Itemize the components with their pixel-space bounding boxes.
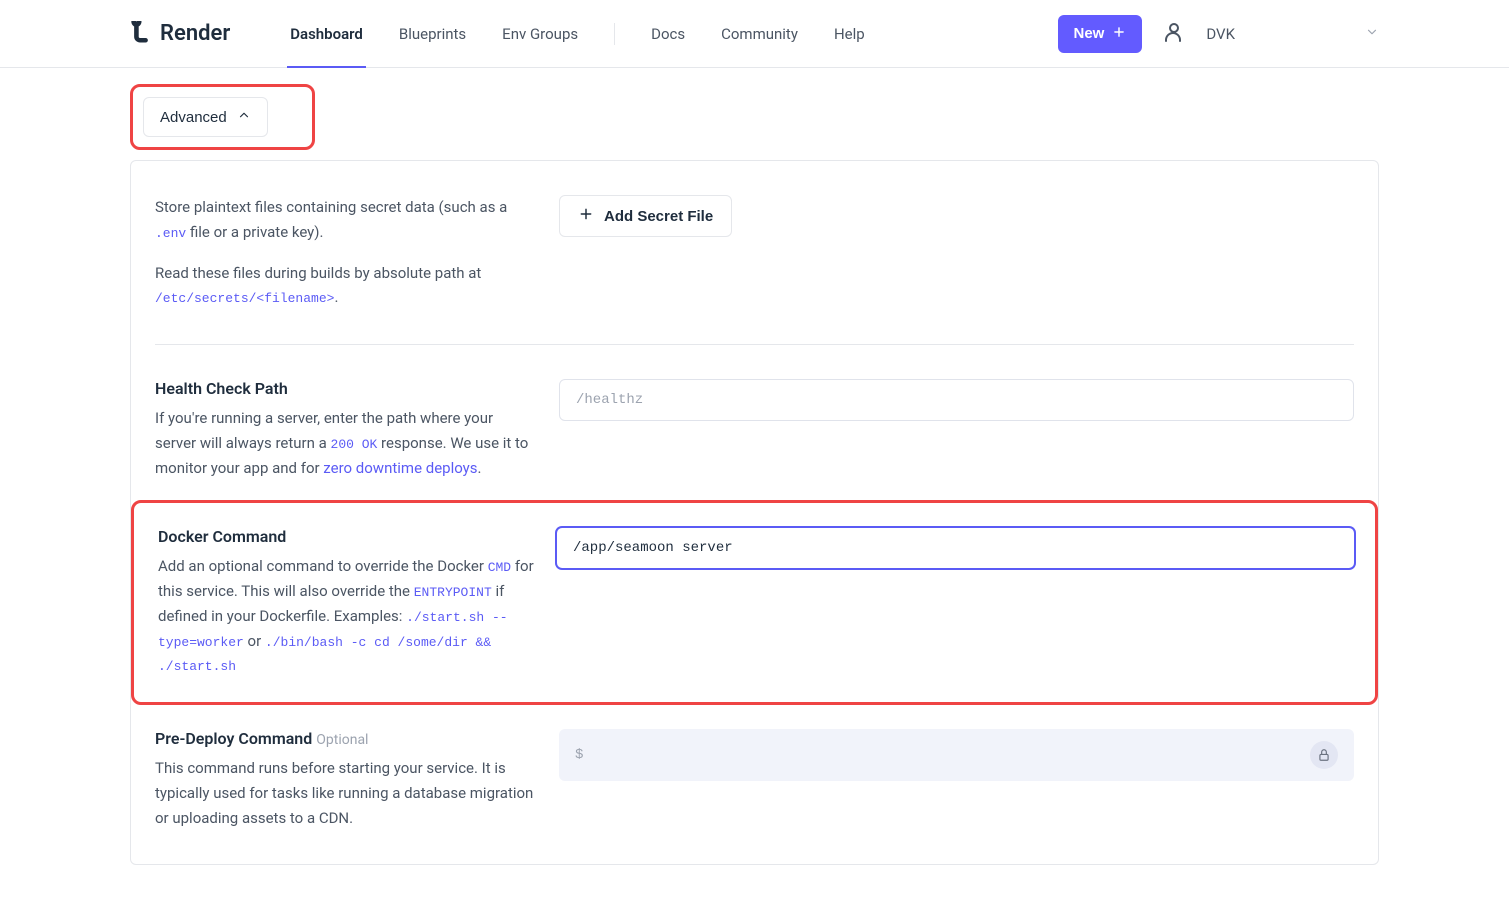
section-divider [155, 344, 1354, 345]
brand-logo[interactable]: Render [130, 21, 230, 47]
predeploy-title: Pre-Deploy CommandOptional [155, 729, 535, 748]
nav-community[interactable]: Community [721, 1, 798, 67]
predeploy-input-locked[interactable]: $ [559, 729, 1354, 781]
main-nav: Dashboard Blueprints Env Groups Docs Com… [290, 1, 864, 67]
secret-files-section: Store plaintext files containing secret … [155, 195, 1354, 310]
optional-label: Optional [316, 732, 368, 748]
chevron-up-icon [237, 108, 251, 126]
plus-icon [1112, 25, 1126, 43]
advanced-highlight: Advanced [130, 84, 315, 150]
advanced-label: Advanced [160, 109, 227, 126]
user-avatar-icon[interactable] [1162, 20, 1186, 48]
status-code: 200 OK [331, 437, 378, 452]
docker-command-title: Docker Command [158, 527, 534, 546]
secrets-path-code: /etc/secrets/<filename> [155, 291, 334, 306]
advanced-toggle-button[interactable]: Advanced [143, 97, 268, 137]
user-name: DVK [1206, 25, 1235, 43]
zero-downtime-link[interactable]: zero downtime deploys [323, 459, 477, 477]
new-button[interactable]: New [1058, 15, 1143, 53]
cmd-code: CMD [488, 560, 511, 575]
plus-icon [578, 206, 594, 226]
predeploy-placeholder: $ [575, 747, 583, 763]
header: Render Dashboard Blueprints Env Groups D… [0, 0, 1509, 68]
brand-name: Render [160, 21, 230, 46]
nav-docs[interactable]: Docs [651, 1, 685, 67]
nav-divider [614, 23, 615, 45]
main-container: Advanced Store plaintext files containin… [0, 68, 1509, 905]
user-dropdown[interactable]: DVK [1206, 25, 1379, 43]
docker-command-section: Docker Command Add an optional command t… [158, 527, 1355, 678]
health-check-desc: If you're running a server, enter the pa… [155, 406, 535, 480]
nav-help[interactable]: Help [834, 1, 865, 67]
nav-env-groups[interactable]: Env Groups [502, 1, 578, 67]
predeploy-desc: This command runs before starting your s… [155, 756, 535, 830]
docker-command-input[interactable] [556, 527, 1355, 569]
env-code: .env [155, 226, 186, 241]
settings-card: Store plaintext files containing secret … [130, 160, 1379, 865]
docker-command-desc: Add an optional command to override the … [158, 554, 534, 678]
new-button-label: New [1074, 25, 1105, 42]
secret-files-desc-1: Store plaintext files containing secret … [155, 195, 535, 245]
nav-dashboard[interactable]: Dashboard [290, 1, 363, 67]
chevron-down-icon [1365, 25, 1379, 43]
health-check-title: Health Check Path [155, 379, 535, 398]
lock-icon [1310, 741, 1338, 769]
add-secret-file-label: Add Secret File [604, 208, 713, 225]
add-secret-file-button[interactable]: Add Secret File [559, 195, 732, 237]
secret-files-desc-2: Read these files during builds by absolu… [155, 261, 535, 311]
nav-blueprints[interactable]: Blueprints [399, 1, 466, 67]
health-check-section: Health Check Path If you're running a se… [155, 379, 1354, 480]
health-check-input[interactable] [559, 379, 1354, 421]
predeploy-section: Pre-Deploy CommandOptional This command … [155, 729, 1354, 830]
docker-command-highlight: Docker Command Add an optional command t… [131, 500, 1378, 705]
render-logo-icon [130, 21, 152, 47]
entrypoint-code: ENTRYPOINT [414, 585, 492, 600]
header-right: New DVK [1058, 15, 1380, 53]
